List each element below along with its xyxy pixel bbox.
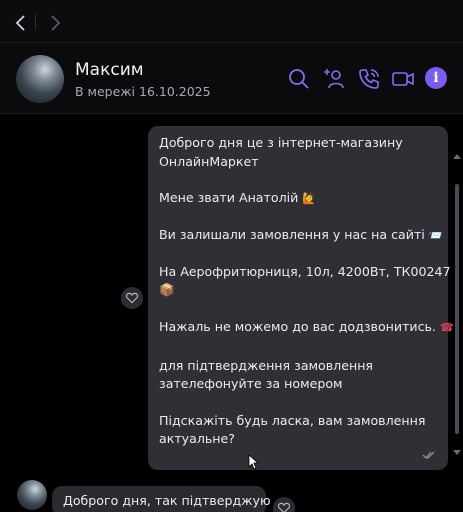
reaction-button[interactable]	[121, 287, 143, 309]
mouse-cursor-icon	[248, 454, 260, 470]
package-emoji: 📦	[159, 282, 175, 297]
phone-icon[interactable]	[357, 67, 381, 91]
heart-icon	[125, 292, 139, 304]
message-area: Доброго дня це з інтернет-магазину Онлай…	[0, 114, 463, 512]
message-line: для підтвердження замовлення	[159, 358, 374, 373]
nav-divider	[35, 14, 36, 30]
person-emoji: 🙋	[302, 192, 317, 205]
navigation-bar	[0, 0, 463, 43]
scrollbar-thumb[interactable]	[455, 184, 459, 434]
chevron-right-icon[interactable]	[44, 12, 66, 34]
message-line: Нажаль не можемо до вас додзвонитись. ☎	[159, 319, 454, 334]
reaction-button[interactable]	[273, 497, 295, 512]
message-line: Доброго дня це з інтернет-магазину	[159, 135, 403, 150]
video-call-icon[interactable]	[391, 67, 415, 91]
outgoing-message[interactable]: Доброго дня це з інтернет-магазину Онлай…	[148, 126, 454, 470]
read-check-icon	[422, 451, 435, 459]
scroll-down-arrow[interactable]	[453, 450, 461, 455]
chevron-left-icon[interactable]	[10, 12, 32, 34]
incoming-message-text: Доброго дня, так підтверджую	[63, 493, 271, 508]
avatar[interactable]	[16, 55, 64, 103]
search-icon[interactable]	[287, 67, 311, 91]
message-line: ОнлайнМаркет	[159, 154, 259, 169]
sender-avatar[interactable]	[17, 480, 47, 510]
message-line: актуальне?	[159, 431, 235, 446]
phone-emoji: ☎	[439, 321, 454, 334]
message-line: Мене звати Анатолій 🙋	[159, 190, 317, 205]
add-participant-icon[interactable]	[322, 67, 346, 91]
contact-status: В мережі 16.10.2025	[75, 84, 211, 99]
heart-icon	[277, 502, 291, 512]
info-icon[interactable]: i	[425, 67, 447, 89]
envelope-emoji: 📨	[428, 229, 443, 242]
message-line: Ви залишали замовлення у нас на сайті 📨	[159, 227, 443, 242]
message-line: зателефонуйте за номером	[159, 376, 343, 391]
incoming-message[interactable]: Доброго дня, так підтверджую	[52, 486, 271, 512]
message-line: На Аерофритюрниця, 10л, 4200Вт, ТК00247	[159, 264, 451, 279]
chat-header: Максим В мережі 16.10.2025 i	[0, 43, 463, 114]
scroll-up-arrow[interactable]	[453, 154, 461, 159]
message-line: Підскажіть будь ласка, вам замовлення	[159, 413, 426, 428]
contact-name[interactable]: Максим	[75, 60, 144, 80]
